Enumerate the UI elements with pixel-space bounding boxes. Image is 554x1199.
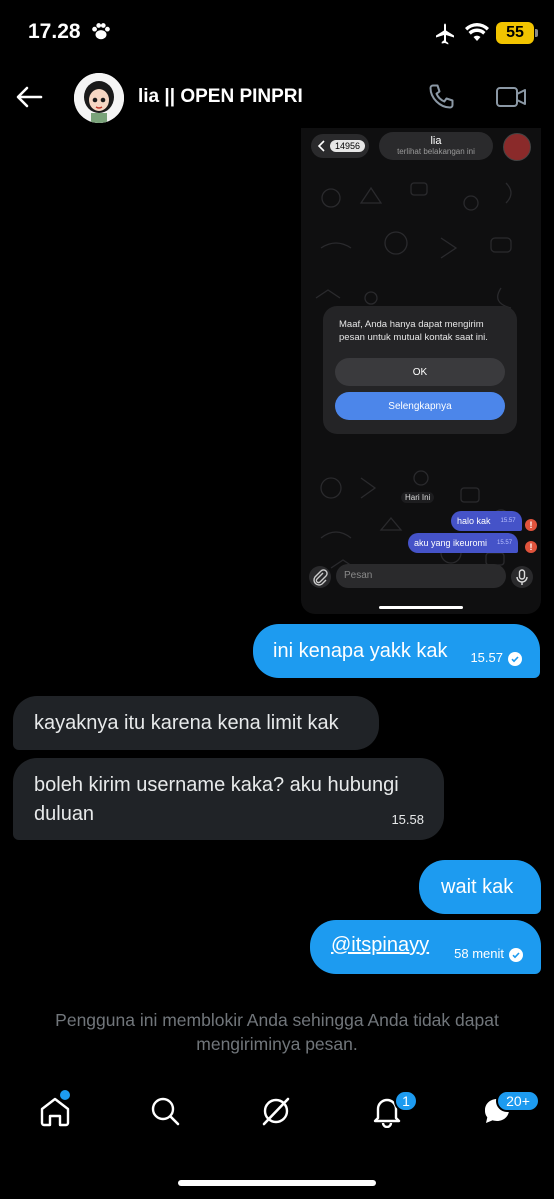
message-time: 58 menit: [454, 946, 504, 961]
shot-error-icon: !: [525, 519, 537, 531]
shot-message: halo kak 15.57: [451, 511, 522, 531]
airplane-mode-icon: [436, 23, 454, 45]
shot-message-text: halo kak: [457, 516, 491, 526]
message-bubble-outgoing[interactable]: wait kak: [419, 860, 541, 914]
shot-unread-count: 14956: [330, 140, 366, 152]
back-arrow-icon[interactable]: [14, 82, 44, 112]
shot-contact-status: terlihat belakangan ini: [397, 147, 475, 156]
messages-badge: 20+: [496, 1090, 540, 1112]
shot-message-input: Pesan: [336, 564, 506, 588]
battery-indicator: 55: [496, 22, 538, 44]
shot-error-icon: !: [525, 541, 537, 553]
read-check-icon: [508, 651, 522, 666]
message-time: 15.57: [470, 650, 503, 665]
video-call-icon[interactable]: [494, 82, 528, 112]
message-text: wait kak: [441, 876, 514, 898]
message-time: 15.58: [391, 812, 424, 827]
shot-message-time: 15.57: [497, 540, 513, 546]
message-meta: 15.57: [470, 650, 522, 666]
shot-day-label: Hari Ini: [401, 492, 435, 503]
home-indicator: [178, 1180, 376, 1186]
message-bubble-outgoing[interactable]: @itspinayy 58 menit: [310, 920, 541, 974]
paw-icon: [92, 23, 110, 40]
shot-more-button: Selengkapnya: [335, 392, 505, 420]
notifications-badge: 1: [394, 1090, 418, 1112]
avatar[interactable]: [74, 73, 124, 123]
home-unread-dot: [60, 1090, 70, 1100]
shot-attach-icon: [309, 566, 331, 588]
message-bubble-outgoing[interactable]: ini kenapa yakk kak 15.57: [253, 624, 540, 678]
status-time: 17.28: [28, 20, 81, 43]
shot-home-indicator: [379, 606, 463, 609]
shot-back-button: 14956: [311, 134, 369, 158]
shot-mic-icon: [511, 566, 533, 588]
chat-title[interactable]: lia || OPEN PINPRI: [138, 86, 303, 108]
phone-icon[interactable]: [426, 82, 456, 112]
message-meta: 58 menit: [454, 946, 523, 962]
shot-message-time: 15.57: [500, 518, 516, 524]
shot-contact-name: lia: [430, 135, 442, 147]
shot-dialog: Maaf, Anda hanya dapat mengirim pesan un…: [323, 306, 517, 434]
shot-contact-header: lia terlihat belakangan ini: [379, 132, 493, 160]
shot-dialog-text: Maaf, Anda hanya dapat mengirim pesan un…: [339, 319, 488, 343]
message-bubble-incoming[interactable]: kayaknya itu karena kena limit kak: [13, 696, 379, 750]
search-icon[interactable]: [148, 1094, 182, 1128]
read-check-icon: [509, 947, 523, 962]
message-bubble-incoming[interactable]: boleh kirim username kaka? aku hubungi d…: [13, 758, 444, 840]
wifi-icon: [465, 23, 489, 41]
message-text: boleh kirim username kaka? aku hubungi d…: [34, 774, 399, 825]
shared-screenshot-image[interactable]: 14956 lia terlihat belakangan ini Maaf, …: [301, 128, 541, 614]
shot-ok-button: OK: [335, 358, 505, 386]
blocked-notice: Pengguna ini memblokir Anda sehingga And…: [55, 1010, 499, 1054]
message-text: kayaknya itu karena kena limit kak: [34, 712, 339, 734]
grok-icon[interactable]: [259, 1094, 293, 1128]
shot-message-text: aku yang ikeuromi: [414, 538, 488, 548]
shot-message: aku yang ikeuromi 15.57: [408, 533, 519, 553]
username-link[interactable]: @itspinayy: [331, 934, 429, 957]
message-text: ini kenapa yakk kak: [273, 640, 448, 662]
shot-avatar: [503, 133, 531, 161]
